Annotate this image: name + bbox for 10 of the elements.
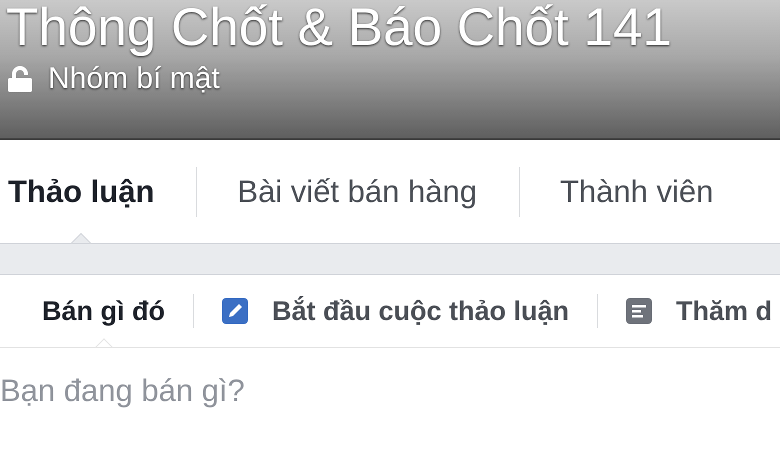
composer-tab[interactable]: Bắt đầu cuộc thảo luận	[222, 275, 570, 347]
pencil-icon	[222, 298, 248, 324]
tab[interactable]: Thành viên	[560, 140, 714, 243]
privacy-label: Nhóm bí mật	[48, 62, 220, 96]
poll-icon	[626, 298, 652, 324]
tab[interactable]: Bài viết bán hàng	[237, 140, 477, 243]
composer-tab[interactable]: Thăm d	[626, 275, 772, 347]
group-title: Thông Chốt & Báo Chốt 141	[6, 0, 672, 54]
post-input-field[interactable]: Bạn đang bán gì?	[0, 348, 780, 453]
lock-icon	[6, 66, 34, 92]
